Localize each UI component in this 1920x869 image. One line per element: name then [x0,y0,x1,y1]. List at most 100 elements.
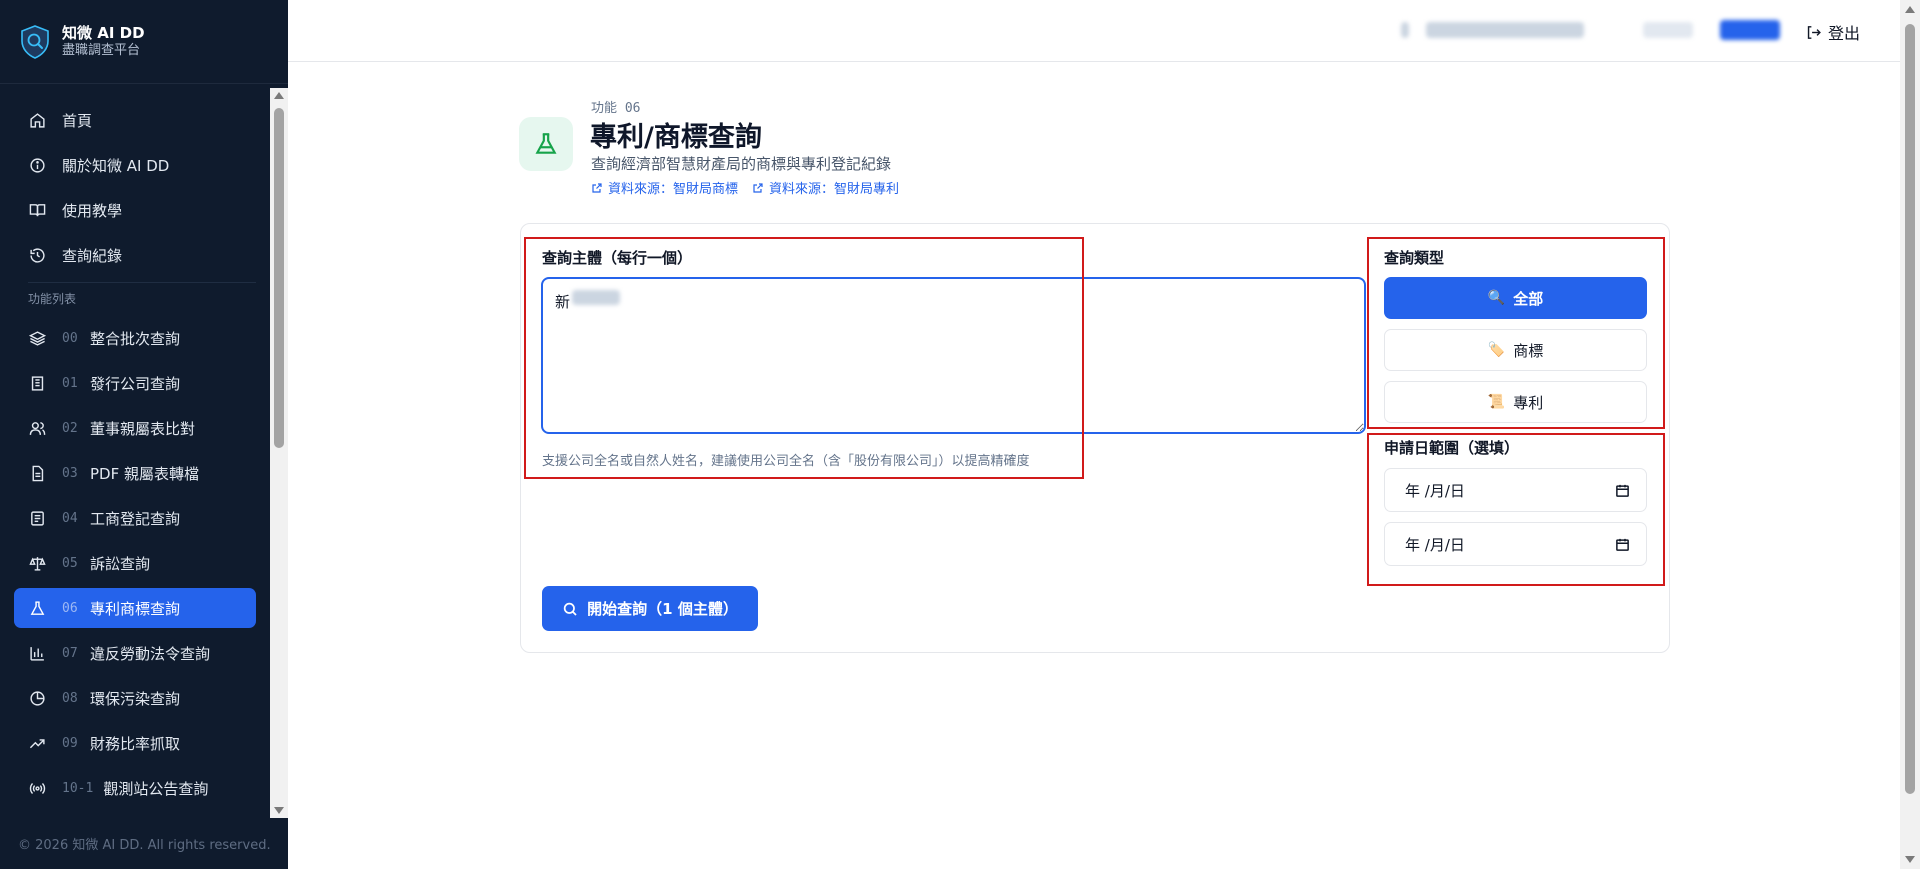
redacted-user-email [1426,22,1584,38]
sidebar-nav: 首頁 關於知微 AI DD 使用教學 查詢紀錄 功能列表 00 整合批次查詢 0… [0,88,270,818]
history-icon [28,246,46,264]
calendar-icon[interactable] [1615,537,1630,552]
page-scrollbar[interactable] [1900,0,1920,869]
sidebar-item-label: 觀測站公告查詢 [103,779,209,798]
scroll-down-arrow-icon[interactable] [1905,856,1915,863]
flask-icon [28,599,46,617]
type-label: 商標 [1513,341,1544,360]
end-date-input[interactable]: 年 /月/日 [1384,522,1647,566]
search-icon: 🔍 [1487,290,1506,306]
page-title: 專利/商標查詢 [590,122,762,153]
subjects-textarea[interactable]: 新 [541,277,1366,434]
sidebar-item-registry[interactable]: 04 工商登記查詢 [14,498,256,538]
search-icon [563,602,577,616]
info-icon [28,156,46,174]
source-links: 資料來源：智財局商標 資料來源：智財局專利 [591,178,913,197]
brand-subtitle: 盡職調查平台 [62,43,141,58]
scrollbar-thumb[interactable] [1905,24,1915,794]
trend-icon [28,734,46,752]
brand-title: 知微 AI DD [62,24,145,42]
query-type-label: 查詢類型 [1384,249,1445,267]
register-icon [28,509,46,527]
sidebar-item-label: 查詢紀錄 [62,246,123,265]
sidebar-item-number: 00 [62,330,78,346]
patent-source-link[interactable]: 資料來源：智財局專利 [752,178,899,197]
sidebar-item-label: 工商登記查詢 [90,509,181,528]
scroll-up-arrow-icon[interactable] [1905,6,1915,13]
type-patent-button[interactable]: 📜 專利 [1384,381,1647,423]
file-icon [28,464,46,482]
feature-number: 功能 06 [591,101,641,116]
feature-icon [519,117,573,171]
date-placeholder: 年 /月/日 [1405,481,1465,500]
sidebar-item-history[interactable]: 查詢紀錄 [14,235,256,275]
scrollbar-thumb[interactable] [274,108,284,448]
sidebar-item-label: 違反勞動法令查詢 [90,644,211,663]
scroll-up-arrow-icon[interactable] [274,92,284,99]
sidebar-item-environment[interactable]: 08 環保污染查詢 [14,678,256,718]
type-trademark-button[interactable]: 🏷️ 商標 [1384,329,1647,371]
sidebar-item-tutorial[interactable]: 使用教學 [14,190,256,230]
type-label: 專利 [1513,393,1544,412]
sidebar-item-label: 整合批次查詢 [90,329,181,348]
sidebar-item-number: 09 [62,735,78,751]
bar-chart-icon [28,644,46,662]
logout-label: 登出 [1827,24,1860,43]
start-date-input[interactable]: 年 /月/日 [1384,468,1647,512]
sidebar-item-pdf[interactable]: 03 PDF 親屬表轉檔 [14,453,256,493]
sidebar-item-batch[interactable]: 00 整合批次查詢 [14,318,256,358]
sidebar-item-label: PDF 親屬表轉檔 [90,464,199,483]
sidebar-item-label: 發行公司查詢 [90,374,181,393]
sidebar-item-number: 02 [62,420,78,436]
nav-divider [28,282,256,283]
scroll-icon: 📜 [1487,394,1506,410]
brand[interactable]: 知微 AI DD 盡職調查平台 [0,0,288,84]
sidebar-item-litigation[interactable]: 05 訴訟查詢 [14,543,256,583]
sidebar-item-label: 董事親屬表比對 [90,419,196,438]
sidebar-item-financial[interactable]: 09 財務比率抓取 [14,723,256,763]
sidebar-item-home[interactable]: 首頁 [14,100,256,140]
sidebar-item-labor[interactable]: 07 違反勞動法令查詢 [14,633,256,673]
sidebar-item-about[interactable]: 關於知微 AI DD [14,145,256,185]
redacted-user-role [1643,22,1693,38]
sidebar-item-label: 專利商標查詢 [90,599,181,618]
sidebar-item-label: 環保污染查詢 [90,689,181,708]
sidebar: 知微 AI DD 盡職調查平台 首頁 關於知微 AI DD 使用教學 查詢紀錄 … [0,0,288,869]
sidebar-item-label: 財務比率抓取 [90,734,181,753]
scroll-down-arrow-icon[interactable] [274,807,284,814]
type-all-button[interactable]: 🔍 全部 [1384,277,1647,319]
broadcast-icon [28,779,46,797]
sidebar-item-label: 使用教學 [62,201,123,220]
sidebar-footer: © 2026 知微 AI DD. All rights reserved. [18,838,271,853]
sidebar-item-number: 07 [62,645,78,661]
type-label: 全部 [1513,289,1544,308]
tag-icon: 🏷️ [1487,342,1506,358]
sidebar-item-patent-trademark[interactable]: 06 專利商標查詢 [14,588,256,628]
trademark-source-link[interactable]: 資料來源：智財局商標 [591,178,738,197]
subjects-hint: 支援公司全名或自然人姓名，建議使用公司全名（含「股份有限公司」）以提高精確度 [542,454,1030,469]
start-query-button[interactable]: 開始查詢（1 個主體） [542,586,758,631]
sidebar-item-label: 首頁 [62,111,93,130]
date-range-label: 申請日範圍（選填） [1384,439,1520,457]
sidebar-item-mops[interactable]: 10-1 觀測站公告查詢 [14,768,256,808]
subjects-label: 查詢主體（每行一個） [542,249,693,267]
layers-icon [28,329,46,347]
sidebar-item-number: 04 [62,510,78,526]
sidebar-item-label: 關於知微 AI DD [62,156,170,175]
calendar-icon[interactable] [1615,483,1630,498]
top-bar: 登出 [288,0,1900,62]
home-icon [28,111,46,129]
flask-icon [535,133,557,154]
logout-icon [1807,25,1821,39]
sidebar-item-label: 訴訟查詢 [90,554,151,573]
logout-button[interactable]: 登出 [1805,20,1860,44]
submit-label: 開始查詢（1 個主體） [587,600,738,618]
sidebar-item-number: 05 [62,555,78,571]
scale-icon [28,554,46,572]
sidebar-item-issuer[interactable]: 01 發行公司查詢 [14,363,256,403]
sidebar-item-director[interactable]: 02 董事親屬表比對 [14,408,256,448]
external-link-icon [592,182,602,193]
sidebar-scrollbar[interactable] [270,88,288,818]
redacted-user-info [1401,22,1409,38]
redacted-subject-text [572,290,620,305]
